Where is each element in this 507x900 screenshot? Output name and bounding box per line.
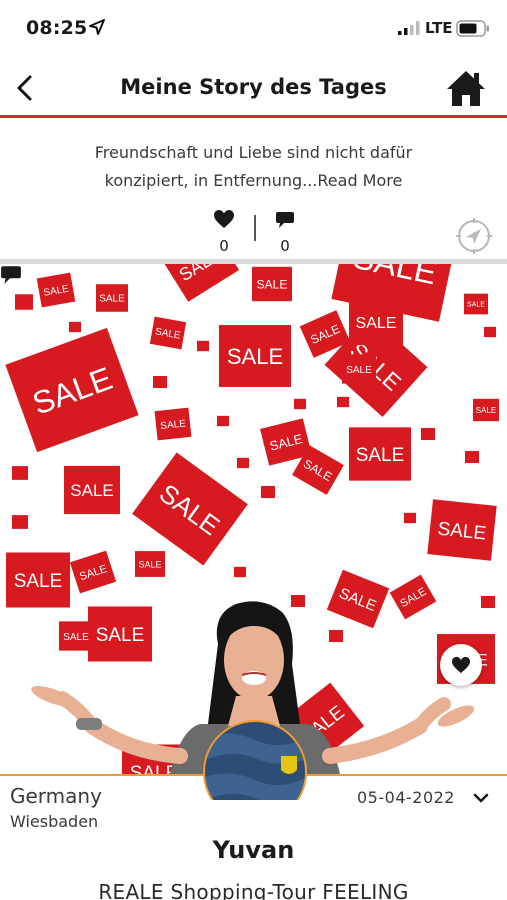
sale-sign-text: SALE [99,294,125,305]
sale-sign: SALE [473,398,499,422]
story-photo: SALE SALE SALE SALE SALE SALE SALE SALE SALE SALE… [0,264,507,774]
sale-sign [421,427,435,441]
photo-like-button[interactable] [440,644,482,686]
action-separator [254,215,256,241]
status-bar: 08:25 LTE [0,0,507,56]
sale-sign: SALE [349,427,411,481]
sale-sign: SALE [427,499,497,561]
sale-sign: SALE [59,621,93,651]
user-name: Yuvan [212,836,295,864]
like-count: 0 [219,237,229,255]
sale-sign [481,595,495,609]
sale-sign-text: SALE [346,365,372,376]
comment-count: 0 [280,237,290,255]
sale-sign: SALE [5,327,139,453]
story-excerpt: Freundschaft und Liebe sind nicht dafür … [40,139,467,195]
sale-sign [12,466,28,480]
sale-signs-illustration: SALESALESALESALESALESALESALESALESALESALE… [5,264,499,774]
sale-sign: SALE [252,266,292,302]
heart-icon [452,656,470,674]
sale-sign [197,340,209,352]
sale-sign [465,450,479,464]
sale-sign: SALE [6,552,70,608]
sale-sign: SALE [69,550,117,594]
sale-sign: SALE [96,284,128,312]
story-excerpt-line-1: Freundschaft und Liebe sind nicht dafür [94,143,413,162]
sale-sign [234,566,246,578]
action-bar: 0 0 [0,205,507,260]
location-city: Wiesbaden [10,812,99,831]
sale-sign-text: SALE [227,344,283,369]
page-title: Meine Story des Tages [120,75,387,99]
sale-sign: SALE [88,606,152,662]
sale-sign [294,398,306,410]
sale-sign-text: SALE [467,302,485,309]
location-country: Germany [10,784,102,808]
sale-sign-text: SALE [138,559,161,569]
sale-sign [69,321,81,333]
compass-icon[interactable] [455,217,493,255]
battery-icon [456,20,489,37]
sale-sign: SALE [219,325,291,387]
status-time: 08:25 [26,17,88,39]
sale-sign-text: SALE [356,315,397,332]
sale-sign [337,396,349,408]
sale-sign [329,629,343,643]
signal-bars-icon [398,21,420,35]
post-date: 05-04-2022 [357,788,455,807]
read-more-link[interactable]: Read More [317,171,402,190]
sale-sign [217,415,229,427]
sale-sign-text: SALE [96,625,145,646]
sale-sign [484,326,496,338]
sale-sign-text: SALE [14,571,63,592]
sale-sign: SALE [464,293,488,315]
comment-icon[interactable] [0,264,22,286]
sale-sign: SALE [135,551,165,577]
sale-sign [291,594,305,608]
sale-sign-text: SALE [63,632,89,643]
sale-sign [153,375,167,389]
sale-sign [404,512,416,524]
sale-sign: SALE [36,272,76,308]
heart-icon[interactable] [213,209,235,229]
network-label: LTE [425,19,453,37]
sale-sign: SALE [160,264,240,302]
chevron-down-icon[interactable] [470,787,492,809]
sale-sign [261,485,275,499]
sale-sign-text: SALE [257,277,288,291]
avatar[interactable] [201,718,309,800]
sale-sign-text: SALE [356,445,405,466]
story-excerpt-line-2: konzipiert, in Entfernung... [104,171,318,190]
home-button[interactable] [444,66,488,110]
sale-sign [12,515,28,529]
sale-sign-text: SALE [70,481,113,500]
navigation-bar: Meine Story des Tages [0,58,507,118]
sale-sign: SALE [389,574,437,620]
comment-icon[interactable] [275,210,295,230]
sale-sign [15,294,33,310]
sale-sign: SALE [326,569,390,629]
sale-sign: SALE [342,354,376,384]
home-icon [447,71,485,106]
sale-sign: SALE [132,452,248,566]
location-arrow-icon [89,19,105,35]
sale-sign: SALE [154,407,192,441]
sale-sign: SALE [64,465,120,515]
sale-sign-text: SALE [476,406,496,415]
post-title: REALE Shopping-Tour FEELING [98,880,409,900]
sale-sign: SALE [149,316,187,350]
sale-sign [237,457,249,469]
